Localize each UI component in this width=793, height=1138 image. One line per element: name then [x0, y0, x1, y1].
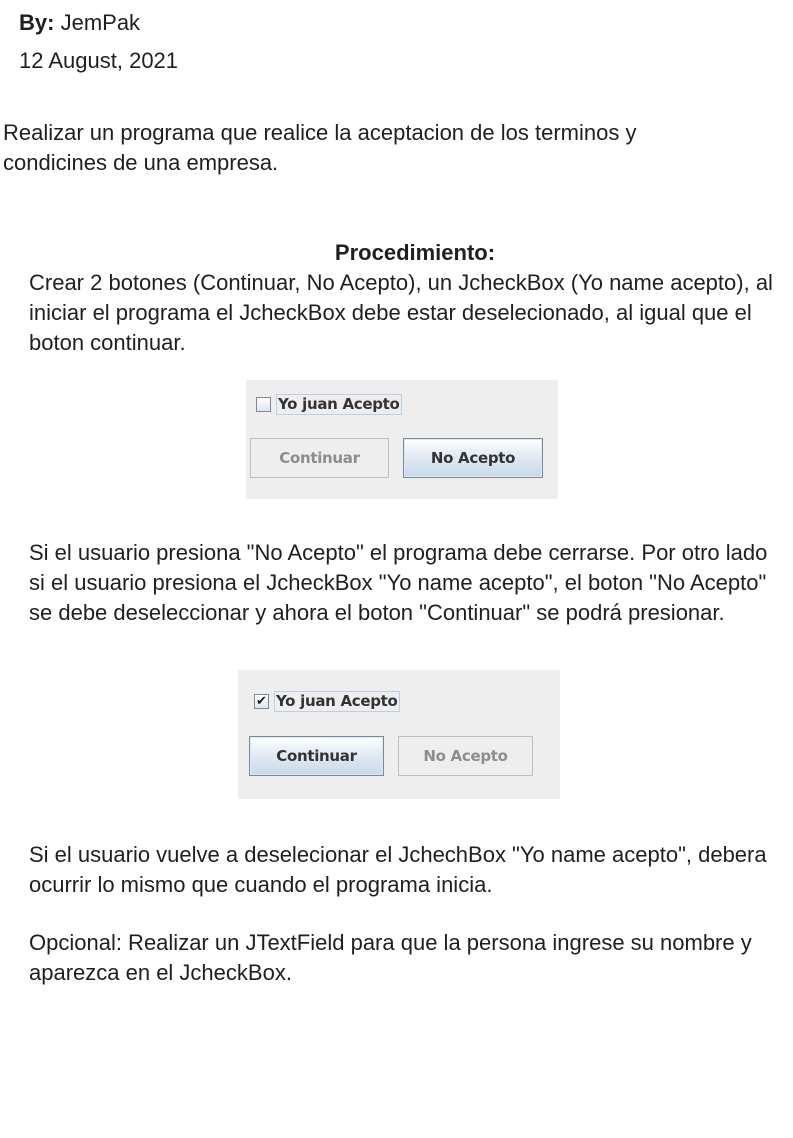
intro-paragraph: Realizar un programa que realice la acep…	[3, 120, 637, 175]
procedure-title: Procedimiento:	[334, 240, 496, 265]
by-label: By:	[19, 10, 55, 35]
accept-checkbox[interactable]: ✔ Yo juan Acepto	[254, 691, 400, 712]
checkbox-label: Yo juan Acepto	[274, 691, 400, 712]
checkbox-label: Yo juan Acepto	[276, 394, 402, 415]
continue-button[interactable]: Continuar	[249, 736, 384, 776]
date-line: 12 August, 2021	[19, 48, 179, 73]
author-line: By: JemPak	[19, 9, 140, 37]
checkbox-square[interactable]	[256, 397, 271, 412]
no-accept-button[interactable]: No Acepto	[403, 438, 543, 478]
optional-note: Opcional: Realizar un JTextField para qu…	[29, 930, 752, 985]
author-name: JemPak	[60, 10, 141, 35]
procedure-step-3: Si el usuario vuelve a deselecionar el J…	[29, 842, 767, 897]
continue-button-disabled: Continuar	[250, 438, 389, 478]
no-accept-button-disabled: No Acepto	[398, 736, 533, 776]
accept-checkbox[interactable]: Yo juan Acepto	[256, 394, 402, 415]
procedure-step-1: Crear 2 botones (Continuar, No Acepto), …	[29, 270, 773, 355]
swing-window-unchecked: Yo juan Acepto Continuar No Acepto	[246, 380, 558, 499]
swing-window-checked: ✔ Yo juan Acepto Continuar No Acepto	[238, 670, 560, 799]
checkmark-icon[interactable]: ✔	[254, 694, 269, 709]
procedure-step-2: Si el usuario presiona "No Acepto" el pr…	[29, 540, 768, 625]
